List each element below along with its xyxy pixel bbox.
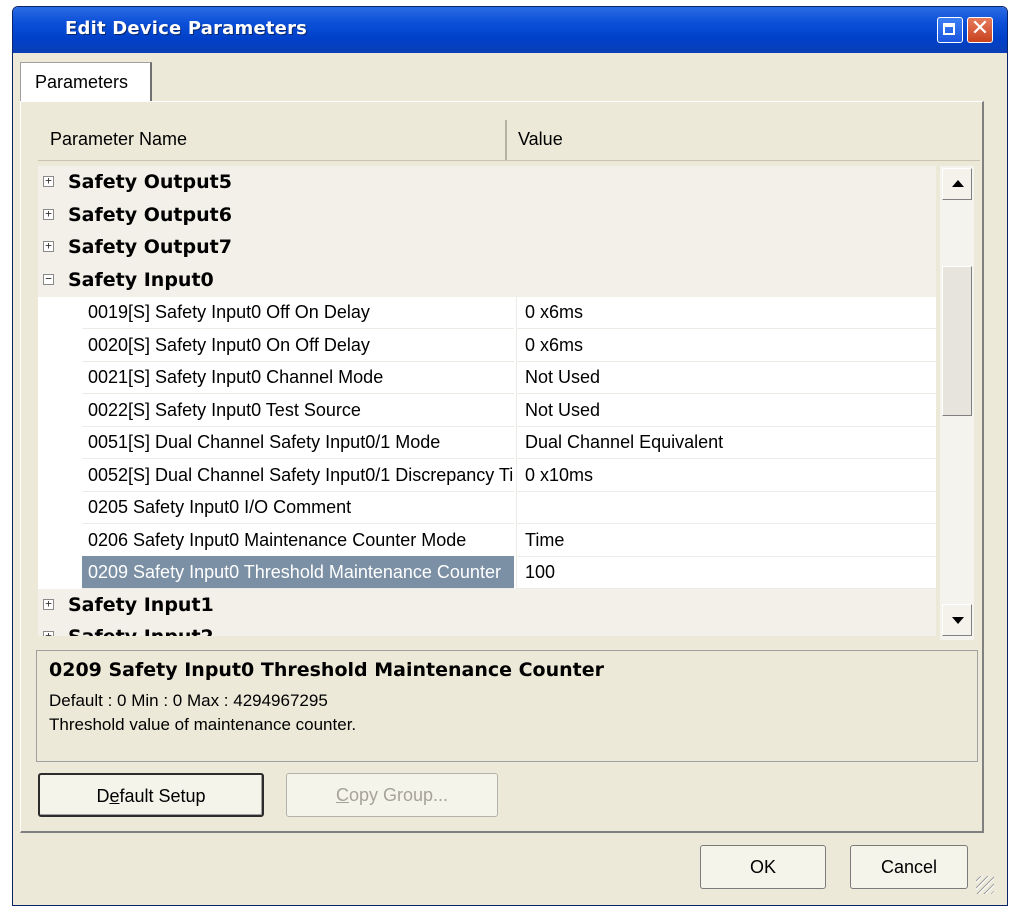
parameter-row[interactable]: 0019[S] Safety Input0 Off On Delay 0 x6ms <box>38 296 936 329</box>
arrow-down-icon <box>952 617 964 624</box>
default-setup-label-a: D <box>96 786 110 806</box>
copy-group-label-a: C <box>335 785 349 805</box>
column-divider[interactable] <box>505 120 507 160</box>
parameter-row-selected[interactable]: 0209 Safety Input0 Threshold Maintenance… <box>38 556 936 589</box>
scroll-down-button[interactable] <box>942 604 972 636</box>
group-row[interactable]: − Safety Input0 <box>38 264 936 297</box>
group-label: Safety Input1 <box>68 594 214 616</box>
parameter-value-cell[interactable]: Not Used <box>516 361 936 394</box>
parameter-row[interactable]: 0021[S] Safety Input0 Channel Mode Not Us… <box>38 361 936 394</box>
group-row[interactable]: + Safety Input2 <box>38 621 936 636</box>
resize-grip-icon[interactable] <box>976 876 994 894</box>
parameter-value-cell[interactable]: Time <box>516 524 936 557</box>
close-icon: ✕ <box>970 16 990 41</box>
copy-group-button[interactable]: Copy Group... <box>286 773 498 817</box>
scroll-thumb[interactable] <box>942 266 972 416</box>
parameter-name-cell[interactable]: 0051[S] Dual Channel Safety Input0/1 Mod… <box>82 426 514 459</box>
description-range: Default : 0 Min : 0 Max : 4294967295 <box>49 691 328 710</box>
vertical-scrollbar[interactable] <box>940 166 974 640</box>
parameter-row[interactable]: 0020[S] Safety Input0 On Off Delay 0 x6ms <box>38 329 936 362</box>
parameter-grid: + Safety Output5 + Safety Output6 + Safety Ou… <box>38 166 936 636</box>
expand-icon[interactable]: + <box>43 208 54 220</box>
description-panel: 0209 Safety Input0 Threshold Maintenance… <box>36 650 978 762</box>
parameter-row[interactable]: 0051[S] Dual Channel Safety Input0/1 Mod… <box>38 426 936 459</box>
parameter-name-cell[interactable]: 0021[S] Safety Input0 Channel Mode <box>82 361 514 394</box>
column-header-parameter-name[interactable]: Parameter Name <box>50 129 187 150</box>
expand-icon[interactable]: + <box>43 598 54 610</box>
grid-header: Parameter Name Value <box>38 120 980 161</box>
parameter-name-cell[interactable]: 0205 Safety Input0 I/O Comment <box>82 491 514 524</box>
expand-icon[interactable]: + <box>43 175 54 187</box>
arrow-up-icon <box>952 180 964 187</box>
parameter-name-cell[interactable]: 0019[S] Safety Input0 Off On Delay <box>82 296 514 329</box>
parameter-value-cell[interactable]: 0 x10ms <box>516 459 936 492</box>
window-title: Edit Device Parameters <box>65 18 308 39</box>
copy-group-label-b: opy Group... <box>348 785 449 805</box>
tab-parameters[interactable]: Parameters <box>20 62 152 102</box>
parameter-name-cell[interactable]: 0052[S] Dual Channel Safety Input0/1 Dis… <box>82 459 514 492</box>
parameter-name-cell[interactable]: 0209 Safety Input0 Threshold Maintenance… <box>82 556 514 589</box>
parameter-value-cell[interactable]: 0 x6ms <box>516 329 936 362</box>
close-button[interactable]: ✕ <box>967 16 993 43</box>
default-setup-label-b: e <box>109 786 120 806</box>
description-title: 0209 Safety Input0 Threshold Maintenance… <box>49 659 604 681</box>
group-label: Safety Output6 <box>68 204 232 226</box>
group-label: Safety Input0 <box>68 269 214 291</box>
default-setup-button[interactable]: Default Setup <box>38 773 264 817</box>
group-label: Safety Input2 <box>68 626 214 636</box>
parameter-row[interactable]: 0206 Safety Input0 Maintenance Counter M… <box>38 524 936 557</box>
default-setup-label-c: fault Setup <box>119 786 206 806</box>
group-label: Safety Output5 <box>68 171 232 193</box>
parameter-value-cell[interactable]: Dual Channel Equivalent <box>516 426 936 459</box>
ok-button[interactable]: OK <box>700 845 826 889</box>
maximize-icon <box>943 23 955 35</box>
tab-label: Parameters <box>35 72 129 92</box>
collapse-icon[interactable]: − <box>43 273 54 285</box>
expand-icon[interactable]: + <box>43 240 54 252</box>
parameter-row[interactable]: 0052[S] Dual Channel Safety Input0/1 Dis… <box>38 459 936 492</box>
title-bar[interactable]: Edit Device Parameters ✕ <box>13 7 1007 53</box>
expand-icon[interactable]: + <box>43 630 54 636</box>
parameter-value-cell[interactable]: Not Used <box>516 394 936 427</box>
parameter-value-cell[interactable]: 0 x6ms <box>516 296 936 329</box>
maximize-button[interactable] <box>937 17 963 43</box>
scroll-up-button[interactable] <box>942 168 972 200</box>
group-row[interactable]: + Safety Output5 <box>38 166 936 199</box>
description-text: Threshold value of maintenance counter. <box>49 715 357 734</box>
group-row[interactable]: + Safety Input1 <box>38 589 936 622</box>
parameter-row[interactable]: 0022[S] Safety Input0 Test Source Not Use… <box>38 394 936 427</box>
parameter-name-cell[interactable]: 0022[S] Safety Input0 Test Source <box>82 394 514 427</box>
parameter-name-cell[interactable]: 0020[S] Safety Input0 On Off Delay <box>82 329 514 362</box>
column-header-value[interactable]: Value <box>518 129 563 150</box>
group-row[interactable]: + Safety Output7 <box>38 231 936 264</box>
parameter-value-cell[interactable]: 100 <box>516 556 936 589</box>
parameter-value-cell[interactable] <box>516 491 936 524</box>
cancel-button[interactable]: Cancel <box>850 845 968 889</box>
group-label: Safety Output7 <box>68 236 232 258</box>
group-row[interactable]: + Safety Output6 <box>38 199 936 232</box>
parameter-row[interactable]: 0205 Safety Input0 I/O Comment <box>38 491 936 524</box>
parameter-name-cell[interactable]: 0206 Safety Input0 Maintenance Counter M… <box>82 524 514 557</box>
